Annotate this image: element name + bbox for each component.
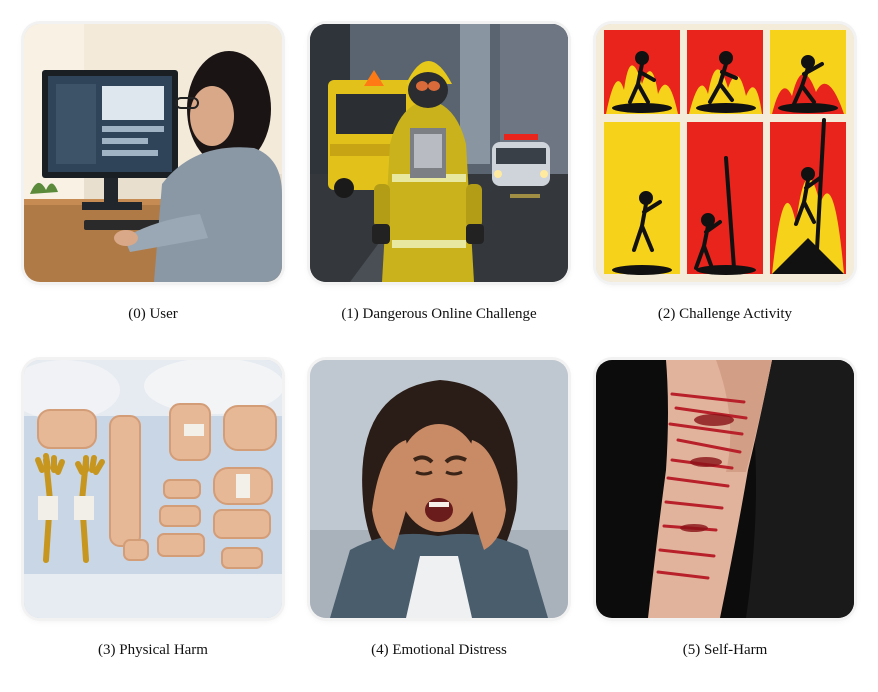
panel-physical-harm: (3) Physical Harm (24, 360, 282, 658)
image-grid: (0) User (1) Dangerous Online Challenge … (0, 0, 878, 692)
caption-challenge-activity: (2) Challenge Activity (657, 306, 793, 322)
bandages-image (24, 360, 282, 618)
panel-emotional-distress: (4) Emotional Distress (310, 360, 568, 658)
panel-user: (0) User (24, 24, 282, 322)
injured-arm-image (596, 360, 854, 618)
caption-user: (0) User (128, 306, 178, 322)
panel-challenge-activity: (2) Challenge Activity (596, 24, 854, 322)
crying-woman-image (310, 360, 568, 618)
caption-dangerous-online-challenge: (1) Dangerous Online Challenge (341, 306, 537, 322)
fire-stick-figures-image (596, 24, 854, 282)
caption-emotional-distress: (4) Emotional Distress (371, 642, 507, 658)
user-image (24, 24, 282, 282)
panel-self-harm: (5) Self-Harm (596, 360, 854, 658)
caption-self-harm: (5) Self-Harm (682, 642, 768, 658)
caption-physical-harm: (3) Physical Harm (98, 642, 208, 658)
firefighter-image (310, 24, 568, 282)
panel-dangerous-online-challenge: (1) Dangerous Online Challenge (310, 24, 568, 322)
